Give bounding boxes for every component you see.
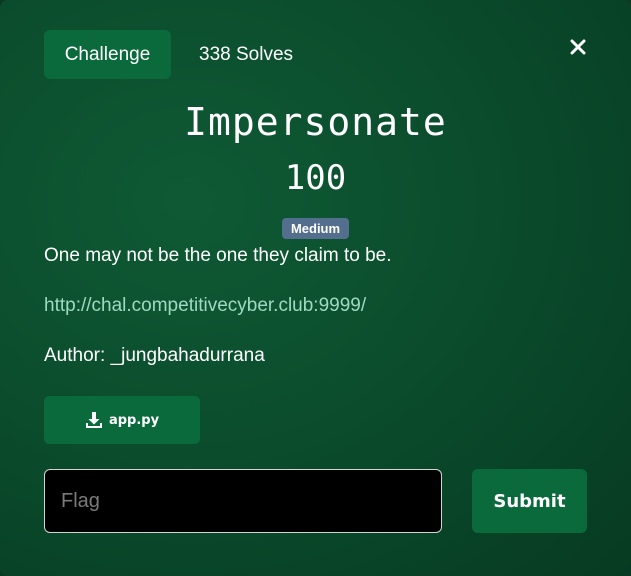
flag-input[interactable] — [44, 469, 442, 533]
challenge-description: One may not be the one they claim to be. — [44, 245, 392, 266]
challenge-link[interactable]: http://chal.competitivecyber.club:9999/ — [44, 295, 366, 317]
challenge-author: Author: _jungbahadurrana — [44, 345, 265, 366]
file-download-button[interactable]: app.py — [44, 396, 200, 444]
difficulty-badge: Medium — [282, 218, 349, 239]
file-name: app.py — [108, 412, 160, 428]
submit-button[interactable]: Submit — [472, 469, 587, 533]
challenge-points: 100 — [284, 158, 347, 198]
close-button[interactable] — [565, 34, 591, 60]
tab-solves[interactable]: 338 Solves — [199, 30, 293, 79]
close-icon — [570, 39, 586, 55]
challenge-title: Impersonate — [184, 100, 447, 144]
challenge-modal: Challenge 338 Solves Impersonate 100 Med… — [0, 0, 631, 576]
download-icon — [85, 412, 102, 428]
tab-challenge[interactable]: Challenge — [44, 30, 171, 79]
